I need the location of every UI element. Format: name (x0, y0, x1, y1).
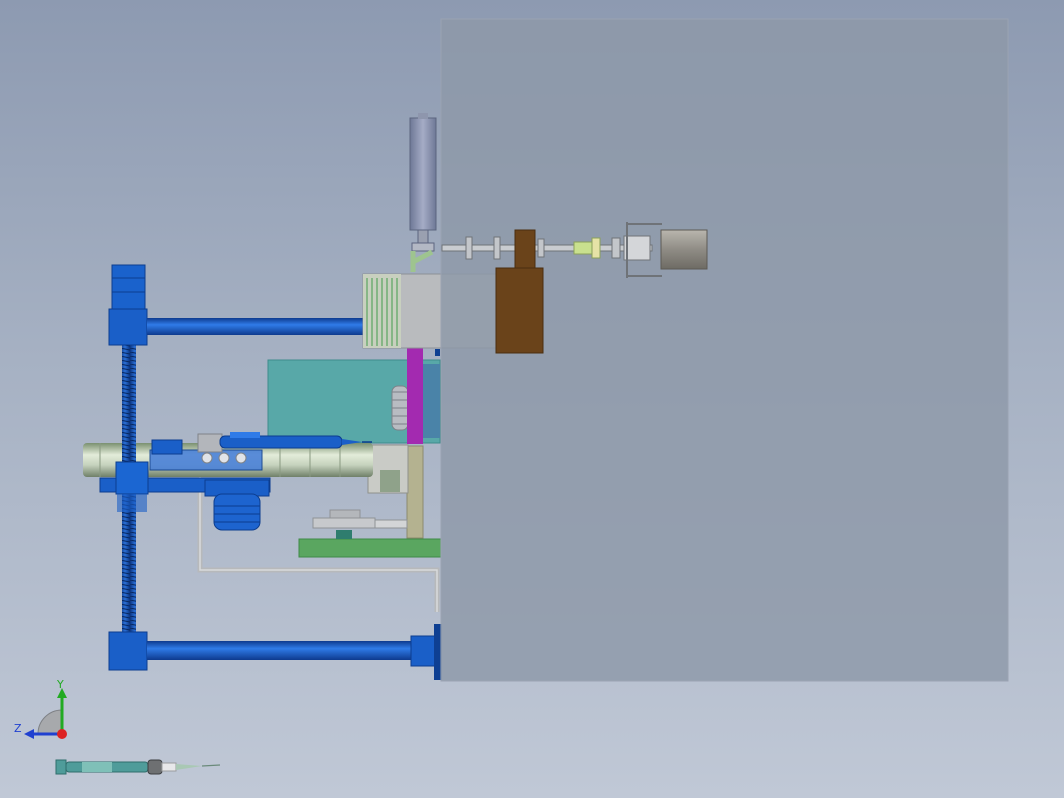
lower-flange[interactable] (410, 635, 438, 667)
x-axis-dot (57, 729, 67, 739)
syringe-icon (55, 759, 221, 775)
y-axis-label: Y (57, 678, 64, 691)
grey-bracket-foot (380, 470, 400, 492)
view-orientation-icon[interactable] (52, 752, 224, 782)
slide-stage[interactable] (312, 509, 408, 539)
magenta-guide-rail[interactable] (407, 348, 423, 444)
cad-viewport[interactable]: Y Z (0, 0, 1064, 798)
axis-triad-graphic (24, 688, 67, 739)
upper-column-block[interactable] (108, 308, 148, 346)
gear-motor[interactable] (204, 479, 270, 531)
green-base-plate[interactable] (298, 538, 442, 558)
z-axis-arrow (24, 729, 34, 739)
housing-tab-upper (435, 349, 440, 356)
olive-guide-rail[interactable] (406, 445, 424, 539)
column-top-motor[interactable] (111, 264, 146, 310)
axis-triad: Y Z (12, 676, 92, 746)
top-motor-cylinder[interactable] (409, 113, 437, 252)
gear-small[interactable] (391, 385, 409, 431)
lower-column-block[interactable] (108, 631, 148, 671)
z-axis-label: Z (14, 722, 22, 735)
model-canvas[interactable] (0, 0, 1064, 798)
green-link[interactable] (410, 249, 434, 272)
lower-support-arm[interactable] (147, 641, 415, 660)
upper-support-arm[interactable] (147, 318, 365, 335)
stepper-motor[interactable] (660, 229, 708, 270)
